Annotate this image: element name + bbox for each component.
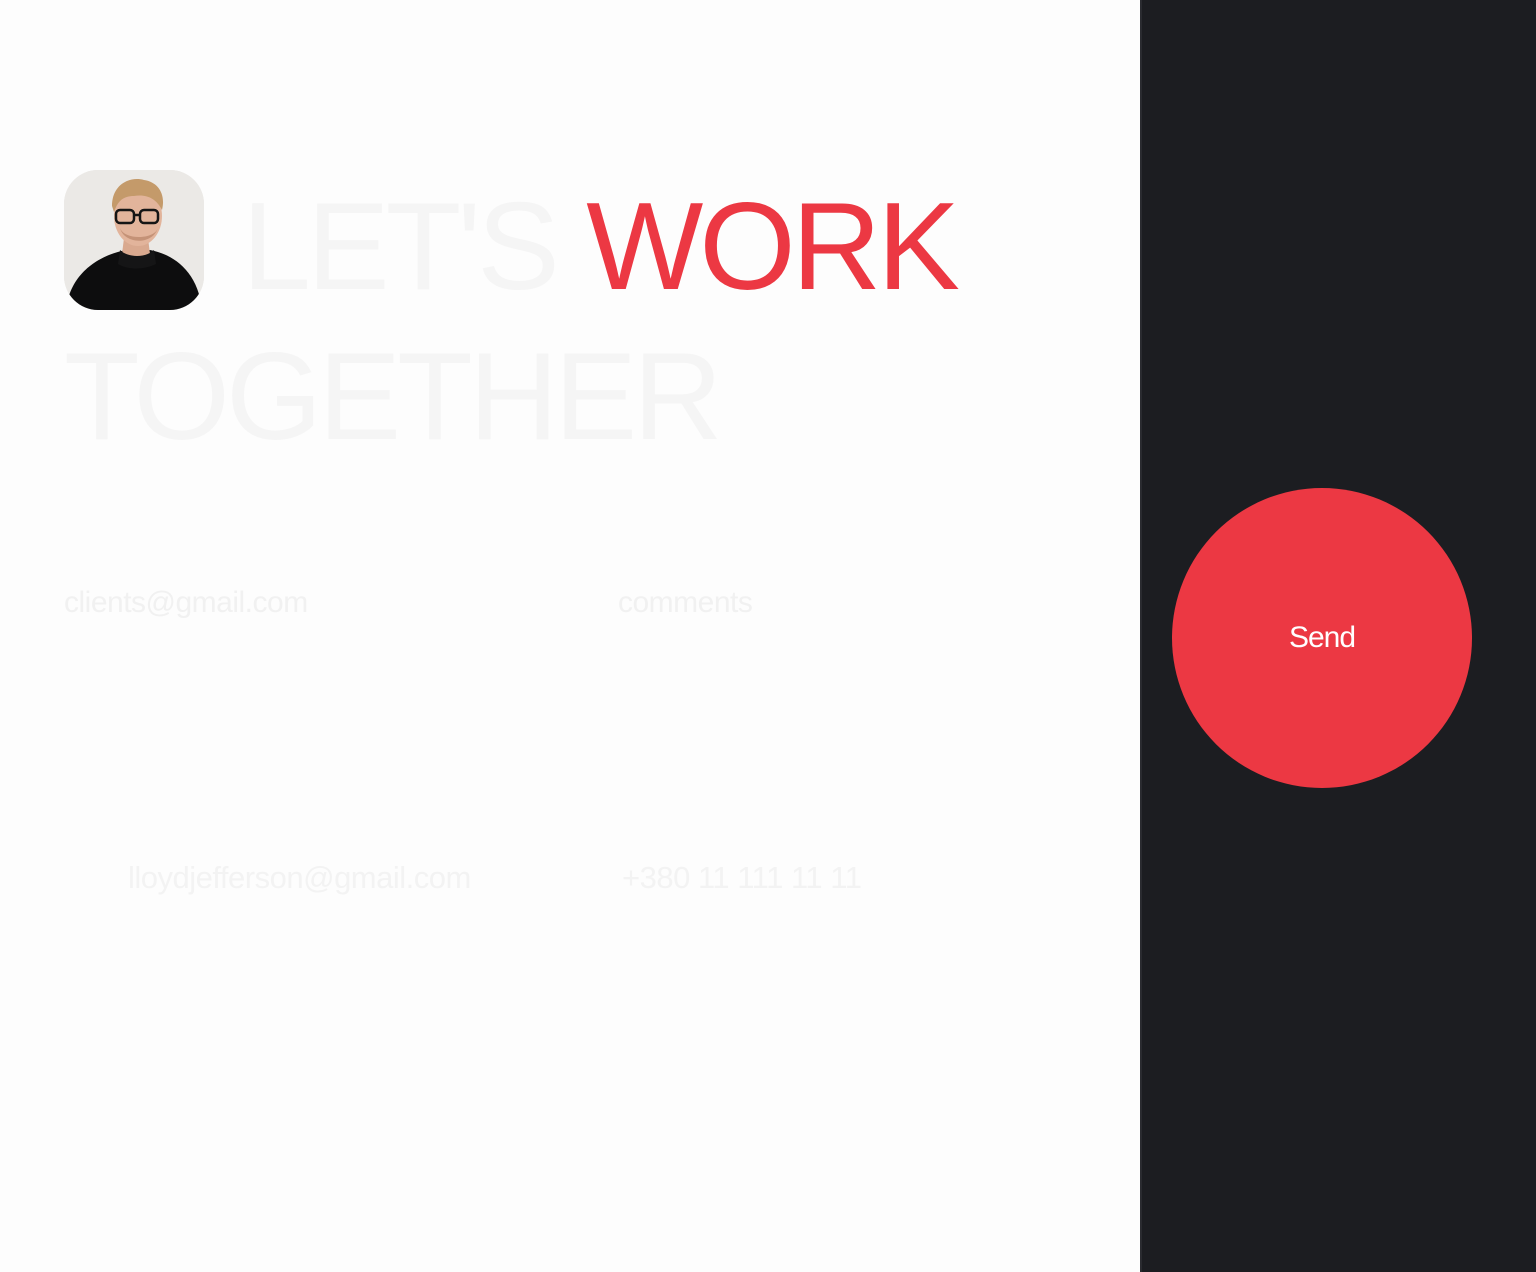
page-title: LET'S WORK TOGETHER [64, 172, 1124, 472]
contact-phone-link[interactable]: +380 11 111 11 11 [622, 860, 862, 896]
send-button[interactable]: Send [1172, 488, 1472, 788]
headline-together: TOGETHER [64, 328, 723, 466]
comments-input[interactable] [618, 586, 1098, 620]
contact-email-link[interactable]: lloydjefferson@gmail.com [128, 860, 471, 896]
email-input[interactable] [64, 586, 544, 620]
headline-work: WORK [586, 178, 960, 316]
contact-section: LET'S WORKTOGETHER lloydjefferson@gmail.… [0, 0, 1140, 1272]
headline-lets: LET'S [242, 178, 560, 316]
contact-page: LET'S WORKTOGETHER lloydjefferson@gmail.… [0, 0, 1536, 1272]
